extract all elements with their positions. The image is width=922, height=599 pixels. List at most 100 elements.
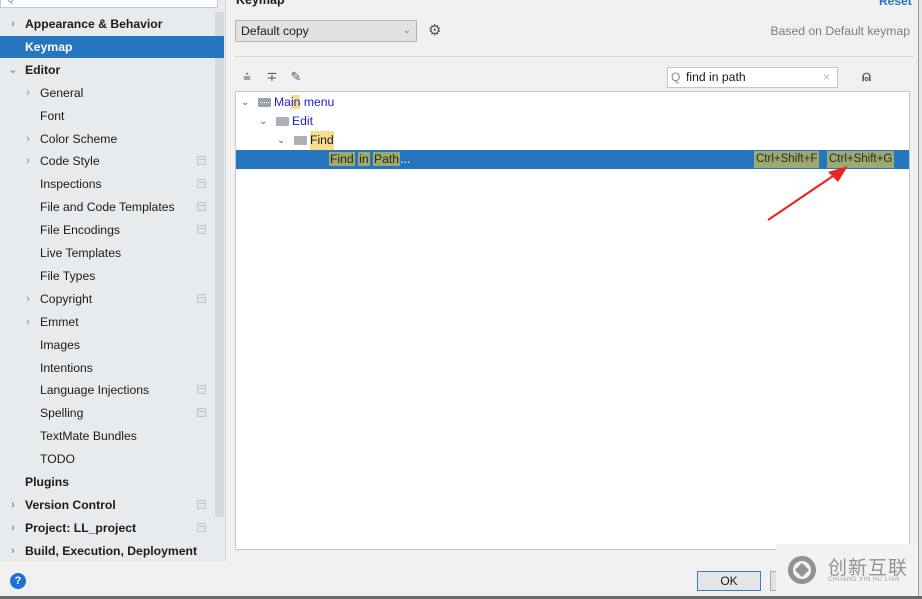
sidebar-item-label: Keymap: [25, 39, 73, 54]
collapse-all-icon[interactable]: ∓: [265, 69, 279, 85]
sidebar-item-copyright[interactable]: › Copyright: [0, 288, 224, 310]
tree-label: Main menu: [274, 95, 335, 109]
project-scope-icon: [197, 293, 206, 303]
project-scope-icon: [197, 225, 206, 235]
chevron-down-icon[interactable]: ⌄: [277, 131, 285, 150]
sidebar-item-live-templates[interactable]: Live Templates: [0, 242, 224, 264]
project-scope-icon: [197, 156, 206, 166]
sidebar-item-emmet[interactable]: › Emmet: [0, 311, 224, 333]
tree-label: Edit: [292, 114, 314, 128]
chevron-right-icon[interactable]: ›: [7, 494, 19, 516]
annotation-arrow: [767, 166, 848, 221]
sidebar-item-general[interactable]: › General: [0, 82, 224, 104]
project-scope-icon: [197, 179, 206, 189]
background-window-edge: [918, 0, 922, 599]
tree-row-edit[interactable]: ⌄ Edit: [236, 112, 909, 131]
sidebar-item-editor[interactable]: ⌄ Editor: [0, 59, 224, 81]
sidebar-item-label: Editor: [25, 62, 61, 77]
chevron-right-icon[interactable]: ›: [22, 128, 34, 150]
action-search-value: find in path: [686, 70, 746, 84]
find-by-shortcut-icon[interactable]: ⍝: [862, 67, 882, 87]
chevron-right-icon[interactable]: ›: [7, 517, 19, 539]
tree-row-main-menu[interactable]: ⌄ Main menu: [236, 93, 909, 112]
chevron-right-icon[interactable]: ›: [22, 311, 34, 333]
sidebar-item-label: File Types: [40, 268, 96, 283]
menu-folder-icon: [258, 98, 271, 107]
project-scope-icon: [197, 499, 206, 509]
chevron-down-icon[interactable]: ⌄: [241, 93, 249, 112]
sidebar-item-appearance-behavior[interactable]: › Appearance & Behavior: [0, 13, 224, 35]
sidebar-item-build-execution-deployment[interactable]: › Build, Execution, Deployment: [0, 540, 224, 562]
chevron-right-icon[interactable]: ›: [22, 82, 34, 104]
chevron-right-icon[interactable]: ›: [7, 540, 19, 562]
sidebar-item-label: Images: [40, 337, 80, 352]
folder-icon: [276, 117, 289, 126]
sidebar-item-file-and-code-templates[interactable]: File and Code Templates: [0, 196, 224, 218]
watermark-logo-icon: [788, 556, 816, 584]
sidebar-item-file-encodings[interactable]: File Encodings: [0, 219, 224, 241]
clear-icon[interactable]: ×: [823, 68, 830, 87]
keymap-select-value: Default copy: [241, 24, 309, 38]
sidebar-item-label: Plugins: [25, 475, 70, 489]
sidebar-item-font[interactable]: Font: [0, 105, 224, 127]
edit-shortcut-icon[interactable]: ✎: [289, 69, 303, 85]
sidebar-item-label: Live Templates: [40, 246, 122, 260]
sidebar-item-color-scheme[interactable]: › Color Scheme: [0, 128, 224, 150]
action-search-input[interactable]: Q find in path ×: [667, 67, 838, 88]
project-scope-icon: [197, 202, 206, 212]
page-title: Keymap: [236, 0, 285, 7]
sidebar-item-language-injections[interactable]: Language Injections: [0, 379, 224, 401]
chevron-down-icon[interactable]: ⌄: [259, 112, 267, 131]
project-scope-icon: [197, 385, 206, 395]
sidebar-item-version-control[interactable]: › Version Control: [0, 494, 224, 516]
tree-row-find[interactable]: ⌄ Find: [236, 131, 909, 150]
tree-label: Find: [310, 131, 334, 150]
sidebar-item-inspections[interactable]: Inspections: [0, 173, 224, 195]
sidebar-item-todo[interactable]: TODO: [0, 448, 224, 470]
sidebar-item-plugins[interactable]: Plugins: [0, 471, 224, 493]
sidebar-item-label: Color Scheme: [40, 131, 118, 146]
sidebar-item-images[interactable]: Images: [0, 334, 224, 356]
based-on-label: Based on Default keymap: [770, 24, 910, 38]
ok-button[interactable]: OK: [697, 571, 761, 591]
sidebar-item-label: File and Code Templates: [40, 200, 175, 215]
chevron-right-icon[interactable]: ›: [22, 150, 34, 172]
watermark-subtext: CHUANG XIN HU LIAN: [828, 577, 901, 583]
folder-icon: [294, 136, 307, 145]
sidebar-item-label: Emmet: [40, 314, 79, 329]
sidebar-item-label: Build, Execution, Deployment: [25, 543, 197, 558]
arrow-head: [828, 166, 848, 182]
sidebar-item-label: Font: [40, 108, 65, 123]
sidebar-item-label: TextMate Bundles: [40, 429, 137, 444]
sidebar-item-label: Version Control: [25, 497, 116, 512]
keymap-select[interactable]: Default copy ⌄: [235, 20, 417, 42]
sidebar-item-project-ll-project[interactable]: › Project: LL_project: [0, 517, 224, 539]
sidebar-item-label: Appearance & Behavior: [25, 17, 163, 31]
sidebar-item-label: File Encodings: [40, 223, 120, 238]
sidebar-item-label: Copyright: [40, 291, 93, 306]
help-button[interactable]: ?: [10, 573, 26, 589]
gear-icon[interactable]: ⚙: [428, 22, 446, 40]
sidebar-item-keymap[interactable]: Keymap: [0, 35, 224, 58]
sidebar-item-spelling[interactable]: Spelling: [0, 402, 224, 424]
divider: [235, 56, 913, 57]
reset-link[interactable]: Reset: [879, 0, 912, 8]
project-scope-icon: [197, 408, 206, 418]
search-icon: Q: [7, 0, 14, 4]
settings-search-input[interactable]: Q: [0, 0, 218, 8]
sidebar-item-label: Language Injections: [40, 383, 150, 398]
chevron-down-icon[interactable]: ⌄: [7, 59, 19, 81]
tree-label: Find in Path...: [329, 152, 411, 166]
sidebar-item-code-style[interactable]: › Code Style: [0, 150, 224, 172]
expand-all-icon[interactable]: ⩮: [240, 69, 254, 85]
chevron-down-icon: ⌄: [402, 25, 411, 36]
search-icon: Q: [671, 70, 681, 84]
sidebar-item-label: Code Style: [40, 154, 100, 169]
sidebar-item-intentions[interactable]: Intentions: [0, 357, 224, 379]
chevron-right-icon[interactable]: ›: [22, 288, 34, 310]
chevron-right-icon[interactable]: ›: [7, 13, 19, 35]
sidebar-item-label: General: [40, 85, 84, 100]
sidebar-item-textmate-bundles[interactable]: TextMate Bundles: [0, 425, 224, 447]
settings-dialog: Q › Appearance & Behavior Keymap ⌄ Editor › Ge…: [0, 0, 922, 599]
sidebar-item-file-types[interactable]: File Types: [0, 265, 224, 287]
